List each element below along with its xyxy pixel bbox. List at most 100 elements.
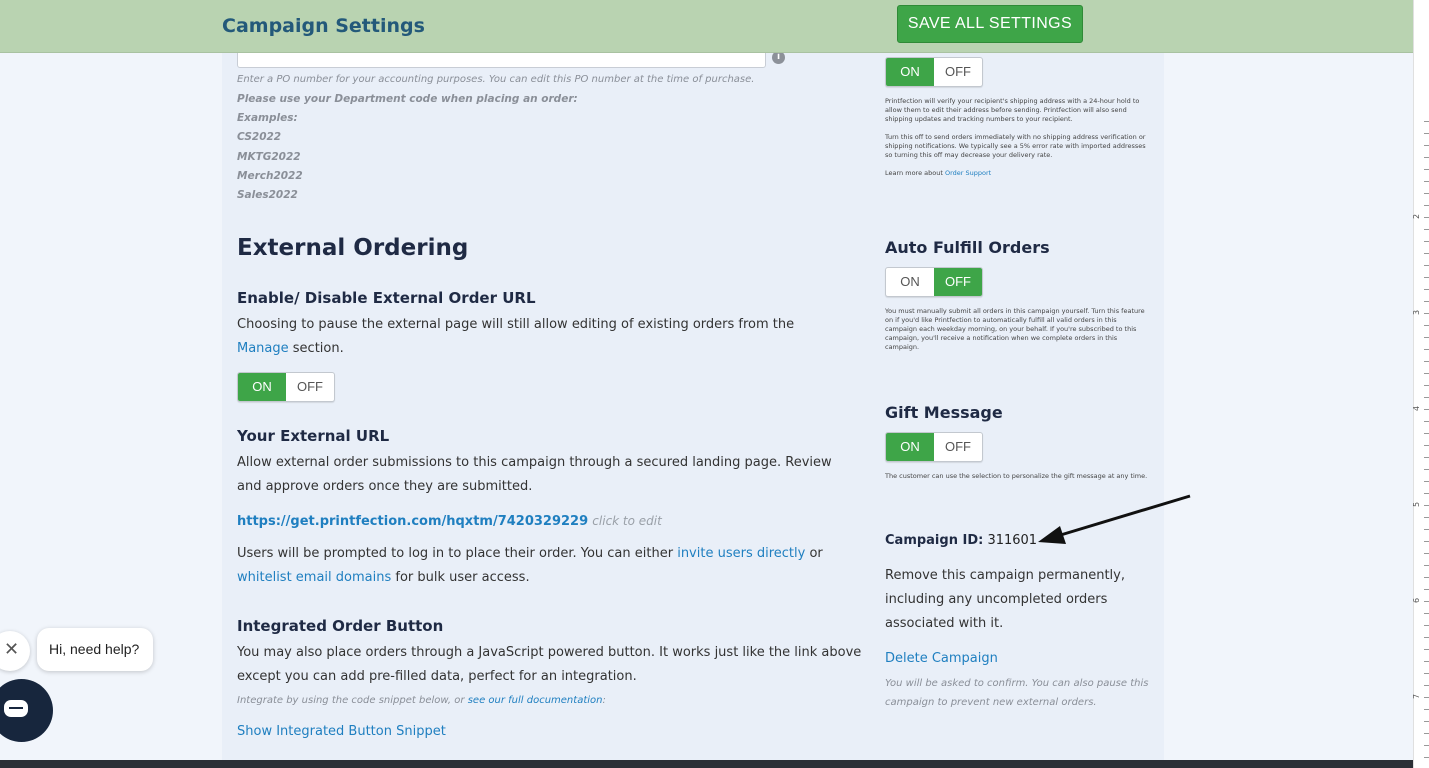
- toggle-on[interactable]: ON: [886, 58, 934, 86]
- ruler-label: 6: [1412, 597, 1422, 604]
- po-help-text: Enter a PO number for your accounting pu…: [237, 74, 755, 85]
- ruler-tick: [1424, 733, 1429, 734]
- campaign-id: Campaign ID: 311601: [885, 533, 1037, 548]
- show-snippet-link[interactable]: Show Integrated Button Snippet: [237, 724, 446, 739]
- ruler-tick: [1424, 685, 1429, 686]
- ruler-tick: [1424, 325, 1429, 326]
- integrate-text-lead: Integrate by using the code snippet belo…: [237, 695, 465, 706]
- toggle-off[interactable]: OFF: [934, 268, 982, 296]
- ruler-tick: [1424, 409, 1429, 410]
- delete-campaign-link[interactable]: Delete Campaign: [885, 651, 998, 666]
- click-to-edit[interactable]: click to edit: [592, 514, 662, 528]
- toggle-off[interactable]: OFF: [286, 373, 334, 401]
- toggle-on[interactable]: ON: [886, 268, 934, 296]
- header-bar: Campaign Settings SAVE ALL SETTINGS: [0, 0, 1413, 53]
- gift-message-toggle[interactable]: ON OFF: [885, 432, 983, 462]
- ruler-tick: [1424, 577, 1429, 578]
- auto-fulfill-heading: Auto Fulfill Orders: [885, 238, 1050, 257]
- order-support-link[interactable]: Order Support: [945, 169, 991, 177]
- users-text-1: Users will be prompted to log in to plac…: [237, 546, 674, 561]
- gift-message-text: The customer can use the selection to pe…: [885, 472, 1148, 480]
- ruler-tick: [1424, 457, 1429, 458]
- chat-bubble[interactable]: Hi, need help?: [37, 628, 153, 671]
- button-text-2: except you can add pre-filled data, perf…: [237, 669, 637, 684]
- ruler-tick: [1424, 445, 1429, 446]
- support-learn-more: Learn more about Order Support: [885, 169, 991, 178]
- ruler-tick: [1424, 397, 1429, 398]
- toggle-off[interactable]: OFF: [934, 433, 982, 461]
- example-item: CS2022: [237, 131, 282, 143]
- ruler-tick: [1424, 157, 1429, 158]
- ruler-tick: [1424, 253, 1429, 254]
- ruler-label: 3: [1412, 309, 1422, 316]
- support-text-2: Turn this off to send orders immediately…: [885, 133, 1146, 159]
- ruler-tick: [1424, 745, 1429, 746]
- enable-text-2: section.: [292, 341, 344, 356]
- page-title: Campaign Settings: [222, 15, 425, 37]
- auto-fulfill-toggle[interactable]: ON OFF: [885, 267, 983, 297]
- ruler-tick: [1424, 205, 1429, 206]
- arrow-icon: [1038, 494, 1191, 544]
- ruler-tick: [1424, 553, 1429, 554]
- manage-link[interactable]: Manage: [237, 341, 289, 356]
- ruler-tick: [1424, 169, 1429, 170]
- chat-icon: [4, 700, 28, 717]
- ruler-tick: [1424, 121, 1429, 122]
- integrated-button-heading: Integrated Order Button: [237, 617, 444, 635]
- remove-text-3: associated with it.: [885, 616, 1004, 631]
- ruler-tick: [1424, 601, 1429, 602]
- campaign-id-label: Campaign ID:: [885, 533, 984, 548]
- ruler-tick: [1424, 433, 1429, 434]
- ruler-tick: [1424, 613, 1429, 614]
- toggle-on[interactable]: ON: [886, 433, 934, 461]
- chat-launcher-button[interactable]: [0, 679, 53, 742]
- url-text-1: Allow external order submissions to this…: [237, 455, 832, 470]
- ruler-tick: [1424, 757, 1429, 758]
- toggle-on[interactable]: ON: [238, 373, 286, 401]
- external-url-link[interactable]: https://get.printfection.com/hqxtm/74203…: [237, 514, 588, 529]
- ruler-tick: [1424, 493, 1429, 494]
- learn-more-text: Learn more about: [885, 169, 943, 177]
- ruler-tick: [1424, 217, 1429, 218]
- example-item: Merch2022: [237, 170, 303, 182]
- integrate-text: Integrate by using the code snippet belo…: [237, 695, 606, 706]
- ruler-tick: [1424, 709, 1429, 710]
- confirm-text-1: You will be asked to confirm. You can al…: [885, 678, 1149, 689]
- auto-fulfill-text: You must manually submit all orders in t…: [885, 307, 1145, 351]
- external-url-heading: Your External URL: [237, 427, 390, 445]
- chat-close-button[interactable]: ✕: [0, 631, 30, 671]
- ruler-tick: [1424, 181, 1429, 182]
- remove-text-1: Remove this campaign permanently,: [885, 568, 1125, 583]
- ruler-tick: [1424, 481, 1429, 482]
- users-text: Users will be prompted to log in to plac…: [237, 542, 837, 590]
- ruler-tick: [1424, 193, 1429, 194]
- ruler-tick: [1424, 661, 1429, 662]
- invite-users-link[interactable]: invite users directly: [677, 546, 805, 561]
- ruler-tick: [1424, 385, 1429, 386]
- ruler-tick: [1424, 541, 1429, 542]
- toggle-off[interactable]: OFF: [934, 58, 982, 86]
- ruler-tick: [1424, 373, 1429, 374]
- ruler-label: 4: [1412, 405, 1422, 412]
- ruler-tick: [1424, 589, 1429, 590]
- ruler-tick: [1424, 649, 1429, 650]
- external-url-row: https://get.printfection.com/hqxtm/74203…: [237, 514, 662, 529]
- whitelist-domains-link[interactable]: whitelist email domains: [237, 570, 391, 585]
- ruler-tick: [1424, 721, 1429, 722]
- vertical-ruler: 2 3 4 5 6 7: [1412, 0, 1429, 768]
- button-text-1: You may also place orders through a Java…: [237, 645, 862, 660]
- ruler-tick: [1424, 337, 1429, 338]
- ruler-tick: [1424, 229, 1429, 230]
- order-support-toggle[interactable]: ON OFF: [885, 57, 983, 87]
- close-icon: ✕: [4, 639, 20, 660]
- save-all-settings-button[interactable]: SAVE ALL SETTINGS: [897, 5, 1083, 43]
- confirm-text-2: campaign to prevent new external orders.: [885, 697, 1097, 708]
- ruler-tick: [1424, 301, 1429, 302]
- ruler-tick: [1424, 289, 1429, 290]
- external-url-toggle[interactable]: ON OFF: [237, 372, 335, 402]
- ruler-tick: [1424, 133, 1429, 134]
- full-documentation-link[interactable]: see our full documentation: [468, 695, 603, 706]
- ruler-tick: [1424, 505, 1429, 506]
- examples-label: Examples:: [237, 112, 298, 124]
- ruler-tick: [1424, 469, 1429, 470]
